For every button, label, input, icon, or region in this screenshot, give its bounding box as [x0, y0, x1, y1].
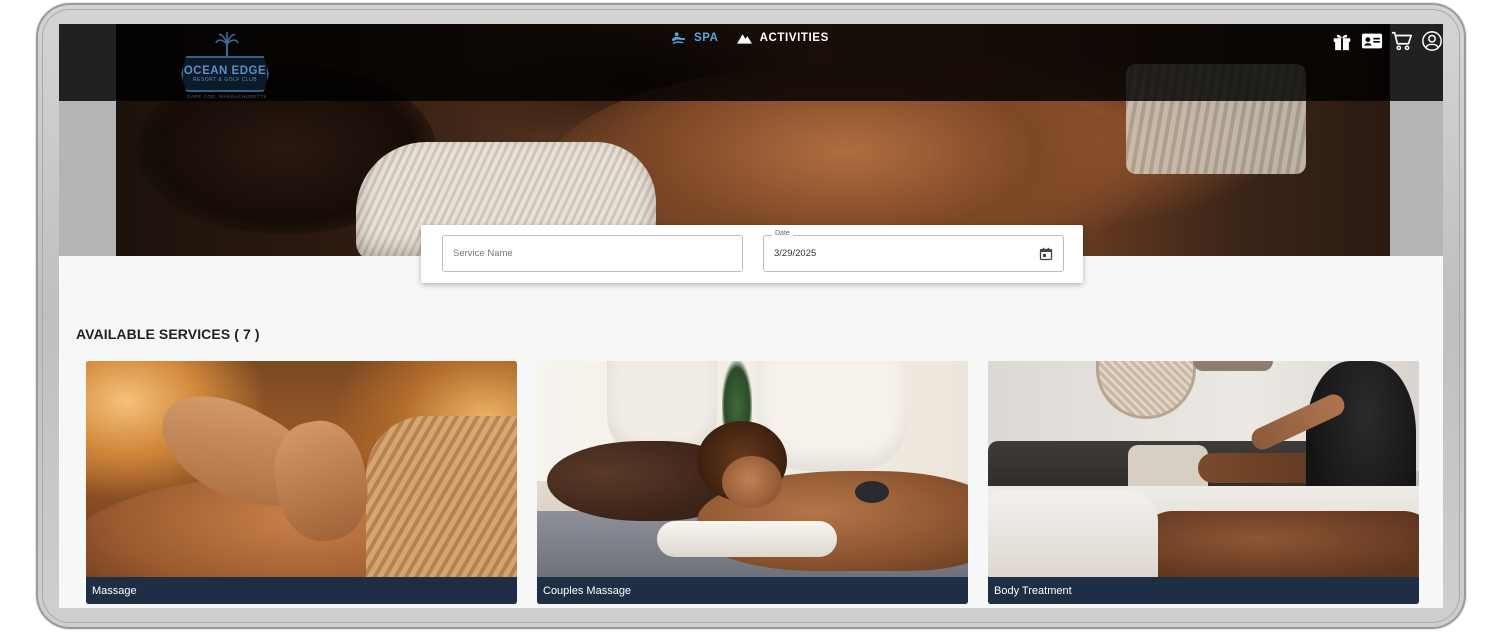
top-navigation-bar: OCEAN EDGE RESORT & GOLF CLUB CAPE COD, … — [59, 24, 1443, 101]
nav-spa-label: SPA — [694, 32, 719, 44]
logo-badge: OCEAN EDGE RESORT & GOLF CLUB — [181, 56, 269, 92]
date-input[interactable] — [764, 236, 1063, 271]
user-account-icon[interactable] — [1421, 30, 1443, 52]
gift-icon[interactable] — [1331, 30, 1353, 52]
ocean-edge-logo[interactable]: OCEAN EDGE RESORT & GOLF CLUB CAPE COD, … — [181, 32, 271, 99]
service-name-field[interactable] — [442, 235, 743, 272]
logo-name: OCEAN EDGE — [183, 64, 267, 77]
body-treatment-photo — [988, 361, 1419, 577]
id-card-icon[interactable] — [1361, 30, 1383, 52]
couples-massage-photo — [537, 361, 968, 577]
mountain-icon — [736, 34, 752, 44]
nav-activities[interactable]: ACTIVITIES — [736, 31, 829, 45]
date-field-label: Date — [772, 230, 793, 237]
calendar-icon[interactable] — [1039, 247, 1053, 261]
service-card-label: Massage — [86, 577, 517, 604]
service-card-label: Couples Massage — [537, 577, 968, 604]
browser-viewport: OCEAN EDGE RESORT & GOLF CLUB CAPE COD, … — [59, 24, 1443, 608]
service-card-massage[interactable]: Massage — [86, 361, 517, 604]
nav-spa[interactable]: SPA — [671, 31, 719, 45]
service-card-couples-massage[interactable]: Couples Massage — [537, 361, 968, 604]
main-nav: SPA ACTIVITIES — [671, 31, 829, 45]
available-services-heading: AVAILABLE SERVICES ( 7 ) — [76, 326, 260, 342]
spa-icon — [671, 32, 686, 45]
service-card-label: Body Treatment — [988, 577, 1419, 604]
service-card-body-treatment[interactable]: Body Treatment — [988, 361, 1419, 604]
logo-subtitle: RESORT & GOLF CLUB — [192, 76, 258, 83]
service-name-input[interactable] — [443, 236, 742, 271]
palm-tree-icon — [215, 32, 239, 60]
search-filter-card: Date — [421, 225, 1083, 283]
massage-photo — [86, 361, 517, 577]
header-actions — [1331, 30, 1443, 52]
logo-tagline: CAPE COD, MASSACHUSETTS — [187, 94, 267, 99]
nav-activities-label: ACTIVITIES — [759, 32, 829, 44]
date-field[interactable]: Date — [763, 230, 1064, 272]
cart-icon[interactable] — [1391, 30, 1413, 52]
